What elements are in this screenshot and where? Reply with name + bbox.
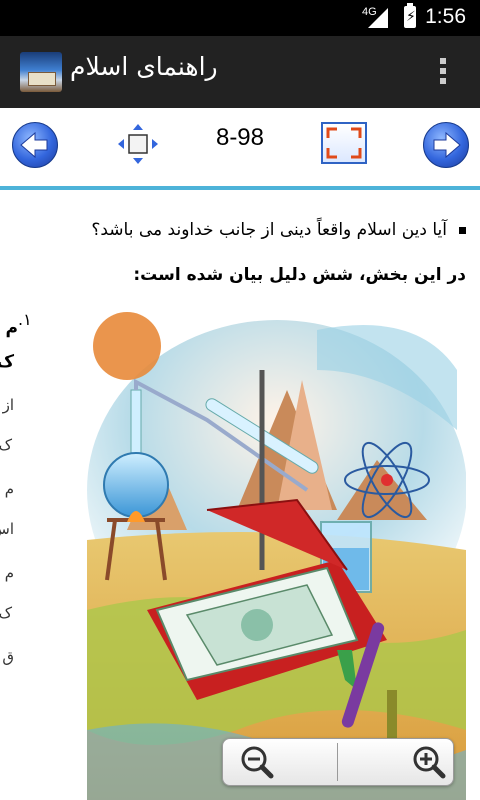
text-fragment: م [5, 318, 18, 338]
bullet-icon [459, 226, 466, 234]
page-navigation-bar: 8-98 [0, 108, 480, 184]
arrow-left-icon [20, 131, 48, 159]
page-content[interactable]: آیا دین اسلام واقعاً دینی از جانب خداوند… [0, 190, 480, 800]
bullet-text: آیا دین اسلام واقعاً دینی از جانب خداوند… [91, 220, 447, 240]
move-arrows-icon[interactable] [116, 122, 160, 166]
app-title: راهنمای اسلام [70, 52, 218, 81]
zoom-divider [337, 743, 338, 781]
arrow-right-icon [433, 131, 461, 159]
bullet-question: آیا دین اسلام واقعاً دینی از جانب خداوند… [91, 220, 466, 240]
text-fragment: م [4, 564, 14, 582]
overflow-menu-icon[interactable] [440, 58, 448, 88]
fit-screen-icon [326, 127, 362, 159]
text-fragment: از [2, 396, 14, 414]
zoom-out-icon[interactable] [237, 743, 277, 781]
status-bar: 4G ⚡ 1:56 [0, 0, 480, 36]
signal-icon [368, 8, 388, 28]
text-fragment: م [4, 480, 14, 498]
previous-page-button[interactable] [12, 122, 58, 168]
zoom-in-icon[interactable] [409, 743, 449, 781]
battery-icon: ⚡ [404, 3, 416, 28]
page-number: 8-98 [215, 124, 265, 151]
science-quran-illustration [87, 310, 466, 800]
text-fragment: ق [2, 648, 14, 666]
next-page-button[interactable] [423, 122, 469, 168]
text-fragment: ک [0, 352, 14, 372]
fit-screen-button[interactable] [321, 122, 367, 164]
text-fragment: ک [0, 604, 12, 622]
clock: 1:56 [425, 5, 466, 28]
zoom-controls [222, 738, 454, 786]
cut-off-text-column: ١. م ک از ک م اس م ک ق [0, 310, 80, 790]
action-bar: راهنمای اسلام [0, 36, 480, 109]
section-subheading: در این بخش، شش دلیل بیان شده است: [133, 265, 466, 285]
text-fragment: اس [0, 520, 14, 538]
app-icon[interactable] [20, 52, 62, 92]
list-number: ١. [18, 310, 32, 329]
text-fragment: ک [0, 436, 12, 454]
